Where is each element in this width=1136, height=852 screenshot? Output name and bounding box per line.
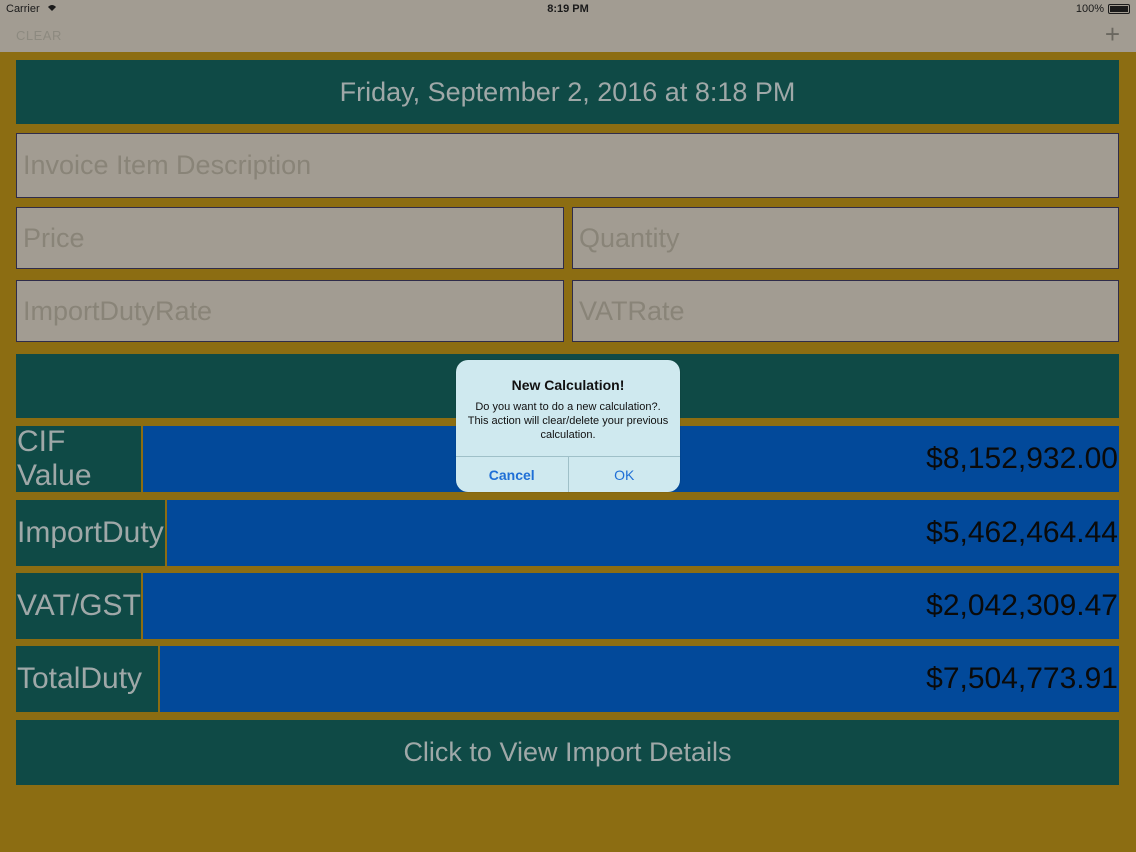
add-icon[interactable]: + [1105,21,1120,47]
result-label: TotalDuty [16,646,160,712]
result-row-vat: VAT/GST $2,042,309.47 [16,573,1119,639]
alert-ok-button[interactable]: OK [569,457,681,492]
result-row-total: TotalDuty $7,504,773.91 [16,646,1119,712]
battery-percent: 100% [1075,3,1104,15]
battery-indicator: 100% [1076,3,1130,15]
alert-message: Do you want to do a new calculation?. Th… [467,401,669,441]
result-label: ImportDuty [16,500,167,566]
alert-buttons: Cancel OK [456,456,680,492]
description-input[interactable]: Invoice Item Description [16,133,1119,198]
new-calculation-alert: New Calculation! Do you want to do a new… [456,360,680,492]
result-value: $7,504,773.91 [160,646,1119,712]
price-input[interactable]: Price [16,207,564,269]
alert-cancel-button[interactable]: Cancel [456,457,569,492]
result-value: $2,042,309.47 [143,573,1119,639]
view-details-button[interactable]: Click to View Import Details [16,720,1119,785]
result-value: $5,462,464.44 [167,500,1119,566]
result-row-import-duty: ImportDuty $5,462,464.44 [16,500,1119,566]
status-time: 8:19 PM [547,3,589,15]
result-label: CIF Value [16,425,143,492]
battery-icon [1108,4,1130,14]
result-label: VAT/GST [16,573,143,639]
quantity-input[interactable]: Quantity [572,207,1119,269]
import-duty-rate-input[interactable]: ImportDutyRate [16,280,564,342]
alert-title: New Calculation! [511,377,625,393]
clear-button[interactable]: CLEAR [16,28,62,43]
navigation-bar: CLEAR + [0,18,1136,54]
status-bar: Carrier 8:19 PM 100% [0,0,1136,18]
date-banner: Friday, September 2, 2016 at 8:18 PM [16,60,1119,124]
vat-rate-input[interactable]: VATRate [572,280,1119,342]
